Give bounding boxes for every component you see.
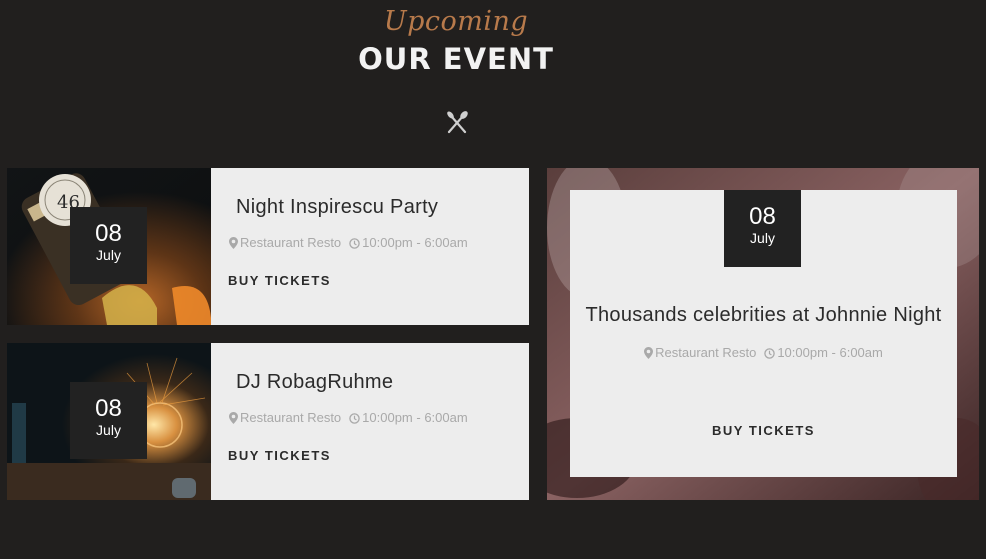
date-badge: 08 July — [724, 190, 801, 267]
event-title[interactable]: Thousands celebrities at Johnnie Night — [570, 304, 957, 327]
event-title[interactable]: DJ RobagRuhme — [236, 371, 393, 394]
event-location: Restaurant Resto — [655, 345, 757, 360]
buy-tickets-button[interactable]: BUY TICKETS — [570, 423, 957, 438]
map-pin-icon — [229, 412, 238, 424]
date-day: 08 — [95, 395, 122, 422]
buy-tickets-button[interactable]: BUY TICKETS — [228, 448, 331, 463]
buy-tickets-button[interactable]: BUY TICKETS — [228, 273, 331, 288]
event-meta: Restaurant Resto 10:00pm - 6:00am — [570, 345, 957, 360]
event-card-1: 46 08 July Night Inspirescu Party Restau… — [7, 168, 529, 325]
fork-knife-icon — [447, 111, 468, 134]
event-location: Restaurant Resto — [240, 410, 342, 425]
map-pin-icon — [229, 237, 238, 249]
event-image-lantern: 08 July — [7, 343, 211, 500]
clock-icon — [764, 348, 776, 359]
date-day: 08 — [95, 220, 122, 247]
featured-event-card: 08 July Thousands celebrities at Johnnie… — [570, 190, 957, 477]
date-month: July — [96, 422, 121, 438]
date-day: 08 — [749, 203, 776, 230]
event-time: 10:00pm - 6:00am — [777, 345, 883, 360]
event-card-2: 08 July DJ RobagRuhme Restaurant Resto 10… — [7, 343, 529, 500]
event-meta: Restaurant Resto 10:00pm - 6:00am — [229, 235, 468, 250]
clock-icon — [349, 413, 360, 424]
event-time: 10:00pm - 6:00am — [362, 410, 468, 425]
event-meta: Restaurant Resto 10:00pm - 6:00am — [229, 410, 468, 425]
date-badge: 08 July — [70, 382, 147, 459]
section-subtitle: Upcoming — [383, 6, 529, 37]
event-location: Restaurant Resto — [240, 235, 342, 250]
event-time: 10:00pm - 6:00am — [362, 235, 468, 250]
event-title[interactable]: Night Inspirescu Party — [236, 196, 438, 219]
date-badge: 08 July — [70, 207, 147, 284]
event-image-bottle: 46 08 July — [7, 168, 211, 325]
date-month: July — [96, 247, 121, 263]
date-month: July — [750, 230, 775, 246]
clock-icon — [349, 238, 360, 249]
section-title: OUR EVENT — [358, 42, 554, 76]
map-pin-icon — [644, 347, 654, 359]
